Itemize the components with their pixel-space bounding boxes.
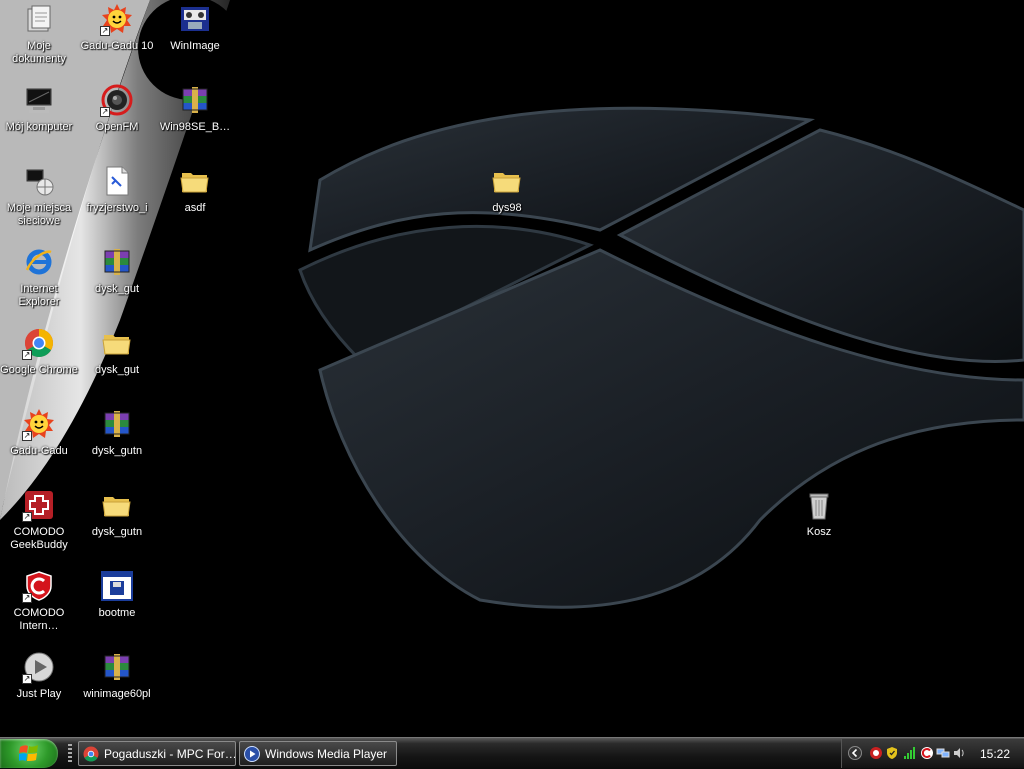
clock[interactable]: 15:22 <box>980 747 1010 761</box>
desktop-icon-label: bootme <box>98 607 136 619</box>
chrome-icon: ↗ <box>22 326 56 360</box>
windows-logo-icon <box>19 744 38 761</box>
system-tray: 15:22 <box>841 739 1024 768</box>
desktop-icon-dysk-gut-rar[interactable]: dysk_gut <box>78 245 156 296</box>
document-file-icon <box>100 164 134 198</box>
documents-icon <box>22 2 56 36</box>
shortcut-arrow-icon: ↗ <box>100 26 110 36</box>
security-shield-icon[interactable] <box>885 746 899 760</box>
desktop-icon-label: WinImage <box>170 40 220 52</box>
desktop-icon-label: winimage60pl <box>83 688 151 700</box>
shortcut-arrow-icon: ↗ <box>22 674 32 684</box>
desktop-icon-label: COMODO GeekBuddy <box>10 526 68 551</box>
recycle-bin-icon <box>802 488 836 522</box>
taskbar-grip[interactable] <box>68 744 72 764</box>
desktop-icon-winimage60pl[interactable]: winimage60pl <box>78 650 156 701</box>
gadu-gadu-icon: ↗ <box>100 2 134 36</box>
desktop-icon-gadu-gadu[interactable]: ↗ Gadu-Gadu <box>0 407 78 458</box>
desktop-icon-label: Mój komputer <box>5 121 73 133</box>
desktop-icon-comodo-internet[interactable]: ↗ COMODO Intern… <box>0 569 78 633</box>
network-places-icon <box>22 164 56 198</box>
desktop-icon-label: Moje dokumenty <box>12 40 66 65</box>
geekbuddy-icon: ↗ <box>22 488 56 522</box>
start-button[interactable] <box>0 739 58 768</box>
desktop-icon-winimage[interactable]: WinImage <box>156 2 234 53</box>
desktop-icon-label: dysk_gut <box>94 364 140 376</box>
desktop-icon-label: Win98SE_B… <box>159 121 231 133</box>
desktop-icon-label: fryzjerstwo_i <box>86 202 148 214</box>
desktop-icon-label: Google Chrome <box>0 364 78 376</box>
desktop-icon-asdf[interactable]: asdf <box>156 164 234 215</box>
volume-icon[interactable] <box>952 746 966 760</box>
desktop-icon-moje-dokumenty[interactable]: Moje dokumenty <box>0 2 78 66</box>
desktop-icon-kosz[interactable]: Kosz <box>780 488 858 539</box>
desktop-icon-dysk-gut-folder[interactable]: dysk_gut <box>78 326 156 377</box>
desktop-icon-win98se-b[interactable]: Win98SE_B… <box>156 83 234 134</box>
comodo-shield-icon: ↗ <box>22 569 56 603</box>
floppy-window-icon <box>100 569 134 603</box>
desktop-icon-just-play[interactable]: ↗ Just Play <box>0 650 78 701</box>
chrome-icon <box>83 746 99 762</box>
shortcut-arrow-icon: ↗ <box>22 350 32 360</box>
shortcut-arrow-icon: ↗ <box>22 512 32 522</box>
winrar-archive-icon <box>100 245 134 279</box>
desktop-icon-label: COMODO Intern… <box>13 607 65 632</box>
desktop-icon-dys98[interactable]: dys98 <box>468 164 546 215</box>
desktop-icon-moj-komputer[interactable]: Mój komputer <box>0 83 78 134</box>
desktop-icon-google-chrome[interactable]: ↗ Google Chrome <box>0 326 78 377</box>
desktop-icon-label: Kosz <box>806 526 832 538</box>
winrar-archive-icon <box>100 650 134 684</box>
desktop-icon-openfm[interactable]: ↗ OpenFM <box>78 83 156 134</box>
network-icon[interactable] <box>936 746 950 760</box>
desktop-icon-label: Gadu-Gadu 10 <box>80 40 154 52</box>
shortcut-arrow-icon: ↗ <box>22 593 32 603</box>
task-label: Windows Media Player <box>265 746 388 761</box>
desktop-icon-label: Gadu-Gadu <box>10 445 68 457</box>
folder-icon <box>100 326 134 360</box>
comodo-defense-icon[interactable] <box>869 746 883 760</box>
winrar-archive-icon <box>100 407 134 441</box>
desktop-icon-comodo-geekbuddy[interactable]: ↗ COMODO GeekBuddy <box>0 488 78 552</box>
desktop-icon-fryzjerstwo-i[interactable]: fryzjerstwo_i <box>78 164 156 215</box>
taskbar: Pogaduszki - MPC For… Windows Media Play… <box>0 737 1024 769</box>
desktop-icon-dysk-gutn-rar[interactable]: dysk_gutn <box>78 407 156 458</box>
gadu-gadu-icon: ↗ <box>22 407 56 441</box>
internet-explorer-icon <box>22 245 56 279</box>
winrar-archive-icon <box>178 83 212 117</box>
desktop-icon-label: Internet Explorer <box>18 283 60 308</box>
signal-icon[interactable] <box>903 746 917 760</box>
desktop-icon-label: asdf <box>184 202 206 214</box>
desktop-icon-label: dysk_gutn <box>91 526 143 538</box>
shortcut-arrow-icon: ↗ <box>22 431 32 441</box>
task-button-pogaduszki[interactable]: Pogaduszki - MPC For… <box>78 741 236 766</box>
desktop-icon-label: Just Play <box>16 688 62 700</box>
folder-icon <box>100 488 134 522</box>
desktop-icon-internet-explorer[interactable]: Internet Explorer <box>0 245 78 309</box>
folder-icon <box>178 164 212 198</box>
desktop-icon-label: dys98 <box>492 202 522 214</box>
folder-icon <box>490 164 524 198</box>
task-button-windows-media-player[interactable]: Windows Media Player <box>239 741 397 766</box>
desktop-icon-bootme[interactable]: bootme <box>78 569 156 620</box>
desktop-icon-label: Moje miejsca sieciowe <box>6 202 72 227</box>
computer-icon <box>22 83 56 117</box>
desktop-icon-label: OpenFM <box>95 121 139 133</box>
openfm-icon: ↗ <box>100 83 134 117</box>
chevron-left-icon[interactable] <box>848 746 862 760</box>
shortcut-arrow-icon: ↗ <box>100 107 110 117</box>
comodo-c-icon[interactable] <box>920 746 934 760</box>
desktop-icon-gadu-gadu-10[interactable]: ↗ Gadu-Gadu 10 <box>78 2 156 53</box>
desktop-icon-label: dysk_gut <box>94 283 140 295</box>
play-icon: ↗ <box>22 650 56 684</box>
winimage-icon <box>178 2 212 36</box>
task-label: Pogaduszki - MPC For… <box>104 746 236 761</box>
desktop-icon-moje-miejsca-sieciowe[interactable]: Moje miejsca sieciowe <box>0 164 78 228</box>
media-player-icon <box>244 745 260 762</box>
desktop-icon-dysk-gutn-folder[interactable]: dysk_gutn <box>78 488 156 539</box>
desktop-icon-label: dysk_gutn <box>91 445 143 457</box>
